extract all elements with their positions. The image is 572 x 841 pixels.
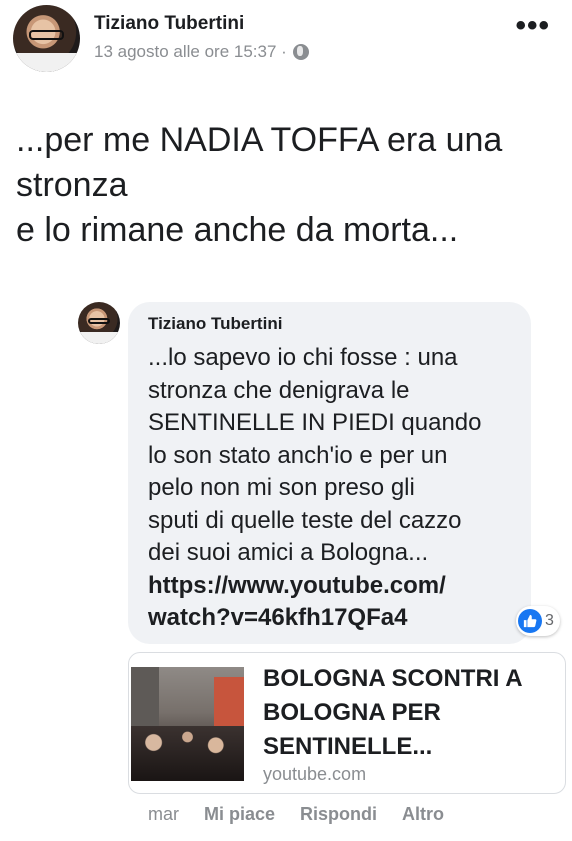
comment-author-avatar[interactable] [78, 302, 120, 344]
avatar-glasses [29, 30, 64, 40]
post-author-name[interactable]: Tiziano Tubertini [94, 13, 244, 35]
video-thumbnail[interactable] [131, 667, 244, 781]
link-preview-domain: youtube.com [263, 764, 367, 784]
post-timestamp[interactable]: 13 agosto alle ore 15:37 · [94, 42, 287, 62]
like-icon [518, 609, 542, 633]
comment-text: ...lo sapevo io chi fosse : una stronza … [148, 342, 523, 635]
link-preview-title[interactable]: BOLOGNA SCONTRI A BOLOGNA PER SENTINELLE… [263, 662, 553, 764]
post-text-line: stronza [16, 166, 128, 204]
avatar-glasses [88, 317, 110, 324]
reply-button[interactable]: Rispondi [300, 804, 377, 825]
preview-title-line: BOLOGNA SCONTRI A [263, 665, 523, 692]
preview-title-line: BOLOGNA PER [263, 699, 441, 726]
post-text-line: e lo rimane anche da morta... [16, 211, 459, 249]
more-button[interactable]: Altro [402, 804, 444, 825]
post-author-avatar[interactable] [13, 5, 80, 72]
thumbnail-crowd [131, 726, 244, 781]
comment-timestamp[interactable]: mar [148, 804, 179, 825]
post-text: ...per me NADIA TOFFA era una stronza e … [16, 118, 561, 253]
post-meta: 13 agosto alle ore 15:37 · [94, 42, 309, 62]
comment-text-line: lo son stato anch'io e per un [148, 441, 448, 469]
comment-text-line: ...lo sapevo io chi fosse : una [148, 344, 458, 371]
comment-text-line: dei suoi amici a Bologna... [148, 539, 429, 566]
thumbnail-building-left [131, 667, 159, 727]
comment-link[interactable]: https://www.youtube.com/ [148, 570, 523, 603]
more-options-button[interactable]: ••• [515, 11, 550, 41]
globe-icon [292, 44, 309, 60]
comment-text-line: stronza che denigrava le [148, 376, 410, 404]
comment-actions: mar Mi piace Rispondi Altro [148, 804, 444, 825]
comment-text-line: SENTINELLE IN PIEDI quando [148, 409, 482, 436]
reaction-count: 3 [545, 612, 554, 629]
comment-author-name[interactable]: Tiziano Tubertini [148, 314, 282, 334]
comment-text-line: sputi di quelle teste del cazzo [148, 506, 462, 534]
reaction-summary[interactable]: 3 [516, 606, 560, 636]
comment-text-line: pelo non mi son preso gli [148, 474, 415, 501]
avatar-shirt [13, 53, 80, 72]
avatar-shirt [78, 332, 120, 344]
comment-link[interactable]: watch?v=46kfh17QFa4 [148, 602, 523, 635]
preview-title-line: SENTINELLE... [263, 733, 433, 760]
like-button[interactable]: Mi piace [204, 804, 275, 825]
post-text-line: ...per me NADIA TOFFA era una [16, 121, 503, 159]
